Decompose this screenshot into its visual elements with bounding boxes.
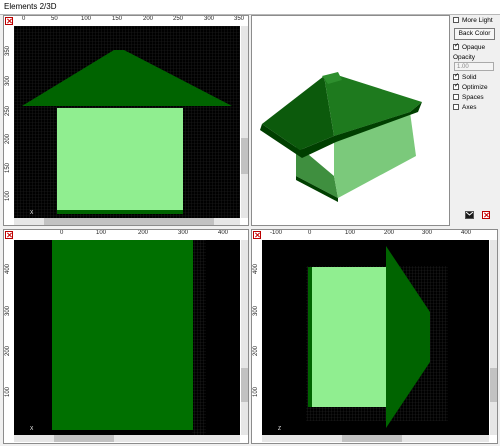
top-view-canvas[interactable]: X: [14, 240, 240, 435]
scroll-thumb[interactable]: [44, 218, 214, 225]
front-view-canvas[interactable]: X: [14, 26, 240, 218]
tick-label: 300: [422, 230, 433, 236]
checkbox-label: More Light: [462, 16, 493, 24]
scroll-thumb[interactable]: [342, 435, 402, 442]
optimize-checkbox[interactable]: Optimize: [453, 82, 488, 92]
3d-view-panel[interactable]: [251, 15, 450, 226]
top-view-reset-icon[interactable]: [5, 231, 13, 239]
scroll-thumb[interactable]: [241, 138, 248, 174]
tick-label: 200: [5, 345, 11, 356]
tick-label: 250: [173, 16, 184, 22]
checkbox-box[interactable]: [453, 94, 459, 100]
top-view-ruler-y: 400 300 200 100: [4, 240, 13, 435]
scroll-thumb[interactable]: [490, 368, 497, 402]
tick-label: 250: [5, 105, 11, 116]
checkbox-label: Axes: [462, 103, 477, 111]
front-view-ruler-x: 0 50 100 150 200 250 300 350: [16, 16, 248, 25]
top-view-hscroll[interactable]: [14, 435, 240, 442]
side-view-panel: -100 0 100 200 300 400 400 300 200 100 Z: [251, 229, 498, 444]
tick-label: 0: [308, 230, 312, 236]
tick-label: 400: [461, 230, 472, 236]
tick-label: 0: [60, 230, 64, 236]
checkbox-label: Optimize: [462, 83, 488, 91]
top-view-vscroll[interactable]: [241, 240, 248, 435]
tick-label: 300: [253, 305, 259, 316]
side-view-hscroll[interactable]: [262, 435, 489, 442]
scroll-thumb[interactable]: [241, 368, 248, 402]
checkbox-label: Opaque: [462, 43, 486, 51]
wall-shape: [57, 108, 183, 211]
checkbox-box[interactable]: [453, 72, 459, 80]
tick-label: 100: [5, 190, 11, 201]
tick-label: 350: [5, 45, 11, 56]
tick-label: 100: [5, 386, 11, 397]
envelope-icon[interactable]: [465, 211, 474, 219]
wall-edge: [308, 267, 312, 407]
tick-label: 0: [22, 16, 26, 22]
checkbox-box[interactable]: [453, 82, 459, 90]
side-view-ruler-x: -100 0 100 200 300 400: [264, 230, 497, 239]
tick-label: 300: [178, 230, 189, 236]
wall-shape: [312, 267, 388, 407]
tick-label: 400: [253, 263, 259, 274]
tick-label: 200: [143, 16, 154, 22]
axis-indicator: X: [30, 210, 34, 216]
front-view-house: [14, 26, 240, 218]
tick-label: 200: [5, 133, 11, 144]
close-3d-icon[interactable]: [482, 211, 490, 219]
tick-label: 200: [384, 230, 395, 236]
tick-label: 300: [5, 75, 11, 86]
tick-label: 300: [5, 305, 11, 316]
front-view-ruler-y: 350 300 250 200 150 100: [4, 26, 13, 216]
side-view-ruler-y: 400 300 200 100: [252, 240, 261, 435]
spaces-checkbox[interactable]: Spaces: [453, 92, 484, 102]
tick-label: 100: [253, 386, 259, 397]
front-view-vscroll[interactable]: [241, 26, 248, 218]
side-view-house: [262, 240, 489, 435]
axis-indicator: X: [30, 426, 34, 432]
opacity-label: Opacity: [453, 53, 476, 61]
axes-checkbox[interactable]: Axes: [453, 102, 476, 112]
top-view-ruler-x: 0 100 200 300 400: [16, 230, 248, 239]
back-color-button[interactable]: Back Color: [454, 28, 495, 40]
checkbox-label: Solid: [462, 73, 477, 81]
tick-label: -100: [270, 230, 283, 236]
opacity-input[interactable]: 1.00: [454, 62, 494, 71]
window-title: Elements 2/3D: [4, 2, 57, 11]
tick-label: 100: [345, 230, 356, 236]
window-titlebar: Elements 2/3D: [0, 0, 500, 15]
tick-label: 150: [5, 162, 11, 173]
roof-plan-shape: [52, 240, 193, 430]
tick-label: 150: [112, 16, 123, 22]
opaque-checkbox[interactable]: Opaque: [453, 42, 485, 52]
axis-indicator: Z: [278, 426, 282, 432]
checkbox-box[interactable]: [453, 42, 459, 50]
tick-label: 300: [204, 16, 215, 22]
view-controls: More Light Back Color Opaque Opacity 1.0…: [451, 15, 499, 225]
front-view-hscroll[interactable]: [14, 218, 240, 225]
checkbox-box[interactable]: [453, 17, 459, 23]
side-view-reset-icon[interactable]: [253, 231, 261, 239]
front-view-reset-icon[interactable]: [5, 17, 13, 25]
top-view-house: [14, 240, 240, 435]
side-view-vscroll[interactable]: [490, 240, 497, 435]
side-view-canvas[interactable]: Z: [262, 240, 489, 435]
tick-label: 350: [234, 16, 245, 22]
tick-label: 100: [81, 16, 92, 22]
tick-label: 200: [138, 230, 149, 236]
tick-label: 400: [5, 263, 11, 274]
front-view-panel: 0 50 100 150 200 250 300 350 350 300 250…: [3, 15, 249, 226]
more-light-checkbox[interactable]: More Light: [453, 15, 493, 25]
top-view-panel: 0 100 200 300 400 400 300 200 100 X: [3, 229, 249, 444]
solid-checkbox[interactable]: Solid: [453, 72, 476, 82]
floor-shape: [57, 210, 183, 214]
tick-label: 400: [218, 230, 229, 236]
checkbox-label: Spaces: [462, 93, 484, 101]
tick-label: 50: [51, 16, 58, 22]
scroll-thumb[interactable]: [54, 435, 114, 442]
tick-label: 100: [96, 230, 107, 236]
3d-house-render: [252, 16, 449, 225]
checkbox-box[interactable]: [453, 104, 459, 110]
tick-label: 200: [253, 345, 259, 356]
